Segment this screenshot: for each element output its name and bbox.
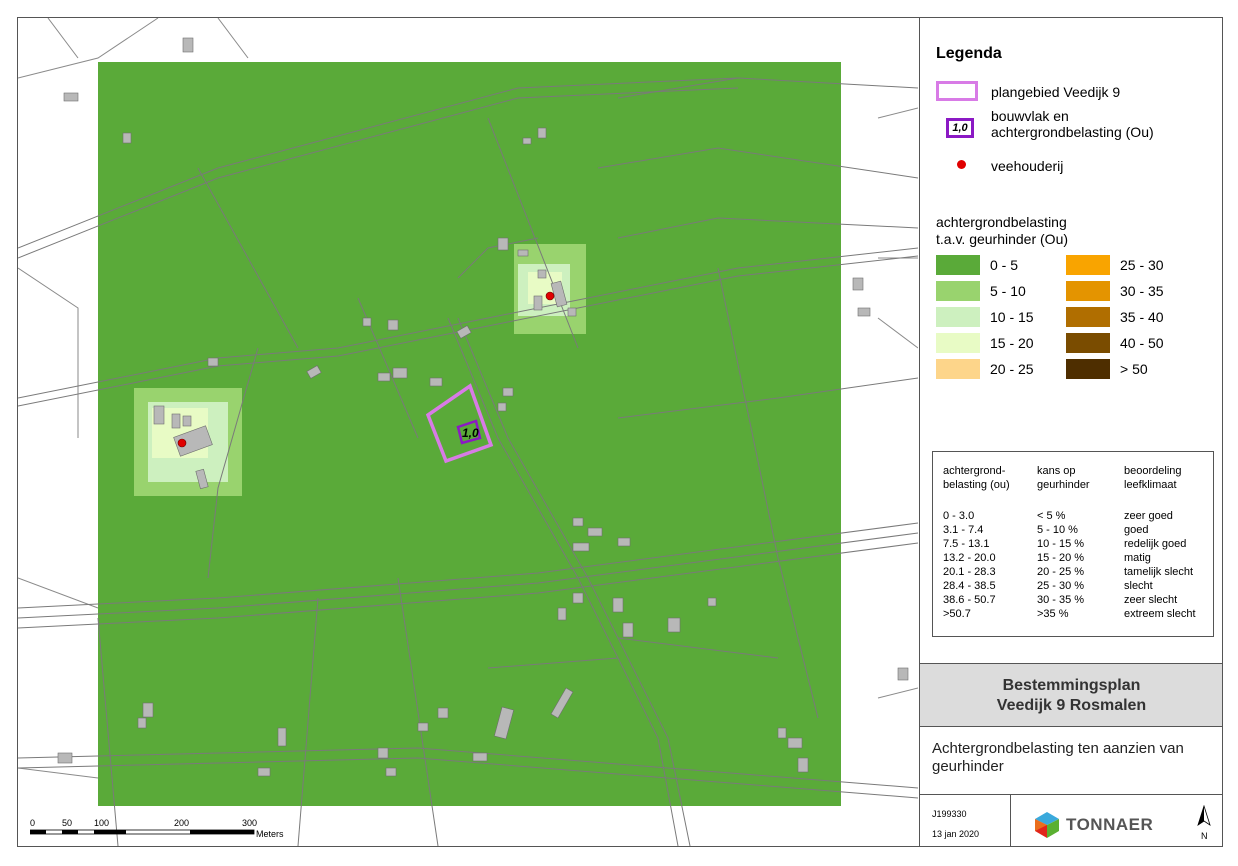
livestock-farm-swatch bbox=[957, 160, 966, 169]
table-cell: tamelijk slecht bbox=[1124, 566, 1194, 578]
map-canvas: 1,0 bbox=[18, 18, 918, 846]
table-cell: extreem slecht bbox=[1124, 608, 1196, 620]
class-swatch-10-15 bbox=[936, 307, 980, 327]
class-label: 10 - 15 bbox=[990, 309, 1034, 325]
assessment-table: achtergrond-belasting (ou) kans op geurhi… bbox=[932, 451, 1214, 637]
class-swatch-30-35 bbox=[1066, 281, 1110, 301]
table-cell: >50.7 bbox=[943, 608, 971, 620]
scale-tick-200: 200 bbox=[174, 818, 190, 828]
table-cell: 20 - 25 % bbox=[1037, 566, 1085, 578]
table-header-col1: achtergrond-belasting (ou) bbox=[943, 465, 1010, 491]
table-cell: < 5 % bbox=[1037, 510, 1066, 522]
table-cell: 3.1 - 7.4 bbox=[943, 524, 984, 536]
class-label: 15 - 20 bbox=[990, 335, 1034, 351]
table-cell: redelijk goed bbox=[1124, 538, 1187, 550]
table-header-col3: beoordeling leefklimaat bbox=[1124, 465, 1182, 491]
table-cell: 20.1 - 28.3 bbox=[943, 566, 996, 578]
table-cell: 7.5 - 13.1 bbox=[943, 538, 990, 550]
livestock-farm-label: veehouderij bbox=[991, 158, 1064, 174]
plan-title-line1: Bestemmingsplan bbox=[1002, 677, 1141, 694]
scale-tick-300: 300 bbox=[242, 818, 258, 828]
class-swatch-15-20 bbox=[936, 333, 980, 353]
table-cell: 25 - 30 % bbox=[1037, 580, 1085, 592]
table-cell: 28.4 - 38.5 bbox=[943, 580, 996, 592]
table-cell: 5 - 10 % bbox=[1037, 524, 1078, 536]
map-view[interactable]: 1,0 0 50 100 200 300 Meters bbox=[18, 18, 918, 846]
class-swatch-35-40 bbox=[1066, 307, 1110, 327]
table-cell: 0 - 3.0 bbox=[943, 510, 975, 522]
north-arrow-icon bbox=[1197, 805, 1211, 826]
class-label: 0 - 5 bbox=[990, 257, 1019, 273]
class-label: 5 - 10 bbox=[990, 283, 1026, 299]
class-label: 30 - 35 bbox=[1120, 283, 1164, 299]
scale-tick-100: 100 bbox=[94, 818, 110, 828]
table-col2: < 5 % 5 - 10 % 10 - 15 % 15 - 20 % 20 - … bbox=[1037, 509, 1084, 621]
table-cell: 38.6 - 50.7 bbox=[943, 594, 996, 606]
table-cell: slecht bbox=[1124, 580, 1153, 592]
class-swatch-40-50 bbox=[1066, 333, 1110, 353]
plan-title-box: Bestemmingsplan Veedijk 9 Rosmalen bbox=[920, 663, 1222, 727]
building-plot-value: 1,0 bbox=[462, 426, 479, 440]
building-plot-swatch: 1,0 bbox=[946, 118, 974, 138]
company-name: TONNAER bbox=[1066, 815, 1154, 834]
plan-title-line2: Veedijk 9 Rosmalen bbox=[996, 697, 1147, 714]
livestock-farm-marker[interactable] bbox=[545, 291, 555, 301]
table-cell: zeer slecht bbox=[1124, 594, 1178, 606]
table-cell: >35 % bbox=[1037, 608, 1069, 620]
class-label: > 50 bbox=[1120, 361, 1148, 377]
class-label: 35 - 40 bbox=[1120, 309, 1164, 325]
map-subtitle: Achtergrondbelasting ten aanzien van geu… bbox=[932, 740, 1184, 775]
scale-unit: Meters bbox=[256, 829, 284, 839]
table-cell: 10 - 15 % bbox=[1037, 538, 1085, 550]
scale-tick-50: 50 bbox=[62, 818, 73, 828]
class-label: 20 - 25 bbox=[990, 361, 1034, 377]
project-number: J199330 bbox=[932, 809, 967, 819]
classes-title-line2: t.a.v. geurhinder (Ou) bbox=[936, 231, 1069, 247]
legend-title: Legenda bbox=[936, 45, 1002, 62]
plan-area-label: plangebied Veedijk 9 bbox=[991, 84, 1121, 100]
building-plot-label-line2: achtergrondbelasting (Ou) bbox=[991, 124, 1154, 140]
table-header-col2: kans op geurhinder bbox=[1037, 465, 1090, 491]
class-label: 25 - 30 bbox=[1120, 257, 1164, 273]
table-cell: 13.2 - 20.0 bbox=[943, 552, 996, 564]
table-cell: matig bbox=[1124, 552, 1151, 564]
table-cell: 30 - 35 % bbox=[1037, 594, 1085, 606]
north-label: N bbox=[1201, 831, 1208, 841]
class-swatch-25-30 bbox=[1066, 255, 1110, 275]
table-cell: zeer goed bbox=[1124, 510, 1173, 522]
scale-tick-0: 0 bbox=[30, 818, 36, 828]
livestock-farm-marker[interactable] bbox=[177, 438, 187, 448]
building-plot-label-line1: bouwvlak en bbox=[991, 108, 1069, 124]
sheet-date: 13 jan 2020 bbox=[932, 829, 980, 839]
table-cell: goed bbox=[1124, 524, 1149, 536]
scale-bar: 0 50 100 200 300 Meters bbox=[29, 818, 290, 846]
class-swatch-5-10 bbox=[936, 281, 980, 301]
table-cell: 15 - 20 % bbox=[1037, 552, 1085, 564]
footer-divider bbox=[1010, 795, 1011, 846]
odour-halo-right bbox=[514, 244, 586, 334]
sheet-footer: J199330 13 jan 2020 TONNAER N bbox=[920, 794, 1222, 846]
plan-area-swatch bbox=[936, 81, 978, 101]
table-col1: 0 - 3.0 3.1 - 7.4 7.5 - 13.1 13.2 - 20.0… bbox=[943, 509, 996, 621]
classes-title-line1: achtergrondbelasting bbox=[936, 214, 1067, 230]
class-swatch-gt-50 bbox=[1066, 359, 1110, 379]
table-col3: zeer goed goed redelijk goed matig tamel… bbox=[1124, 509, 1196, 621]
tonnaer-logo-icon bbox=[1035, 812, 1059, 838]
class-label: 40 - 50 bbox=[1120, 335, 1164, 351]
class-swatch-0-5 bbox=[936, 255, 980, 275]
legend-panel: Legenda plangebied Veedijk 9 1,0 bouwvla… bbox=[919, 18, 1222, 846]
map-sheet: 1,0 0 50 100 200 300 Meters Legenda plan… bbox=[17, 17, 1223, 847]
class-swatch-20-25 bbox=[936, 359, 980, 379]
